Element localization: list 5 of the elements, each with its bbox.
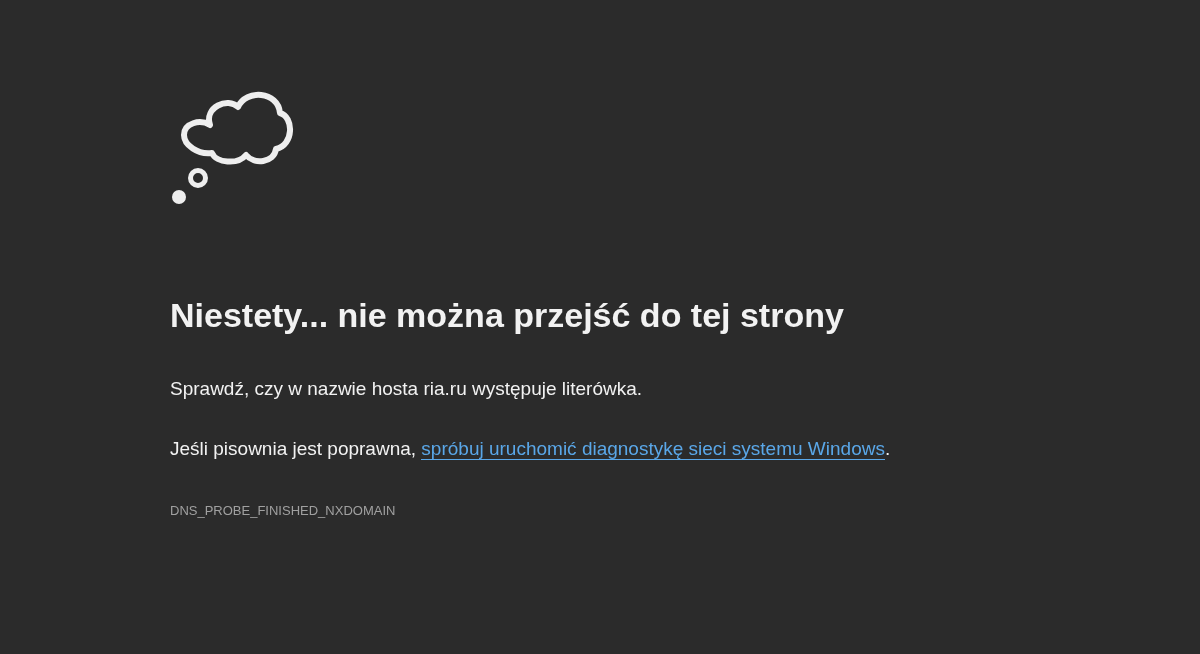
error-code: DNS_PROBE_FINISHED_NXDOMAIN — [170, 503, 396, 518]
diagnostics-link[interactable]: spróbuj uruchomić diagnostykę sieci systemu Windows — [421, 438, 885, 460]
suggestion-text: Jeśli pisownia jest poprawna, spróbuj uruchomić diagnostykę sieci systemu Windows. — [170, 437, 891, 461]
hint-text: Sprawdź, czy w nazwie hosta ria.ru występuje literówka. — [170, 377, 643, 401]
error-title: Niestety... nie można przejść do tej strony — [170, 295, 844, 336]
